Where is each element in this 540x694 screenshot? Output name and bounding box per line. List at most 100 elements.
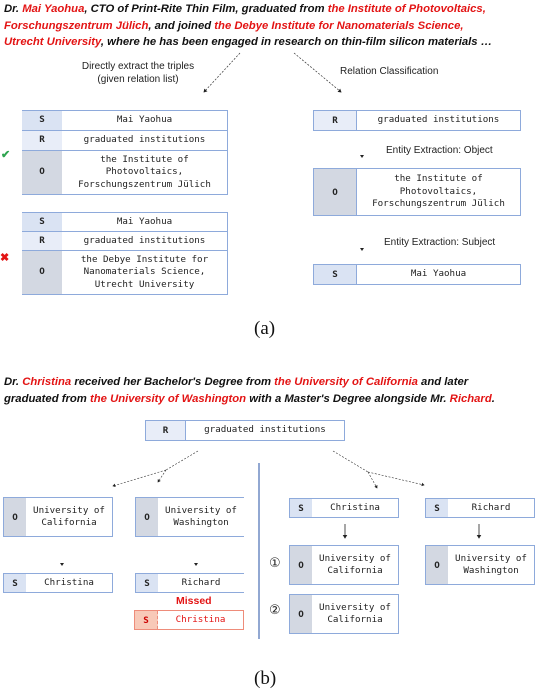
- check-icon: ✔: [1, 149, 11, 161]
- relation-box: R graduated institutions: [313, 110, 521, 131]
- label-entity-subject: Entity Extraction: Subject: [384, 237, 496, 248]
- value-object: University of Washington: [455, 552, 527, 577]
- right-subject-box-2: S Richard: [425, 498, 535, 518]
- triple-row-object: O the Debye Institute for Nanomaterials …: [22, 250, 228, 295]
- right-object-box-2: O University of California: [289, 594, 399, 634]
- right-object-box-3: O University of Washington: [425, 545, 535, 585]
- highlighted-entity: the Institute of Photovoltaics,: [327, 3, 486, 15]
- missed-subject-box: S Christina: [134, 610, 244, 630]
- key-s: S: [314, 265, 357, 284]
- key-o: O: [314, 169, 357, 215]
- key-s: S: [290, 499, 312, 517]
- sentence-text: , where he has been engaged in research …: [100, 36, 492, 48]
- sentence-text: graduated from: [4, 392, 90, 405]
- subject-box: S Mai Yaohua: [313, 264, 521, 285]
- sentence-b-line2: graduated from the University of Washing…: [4, 391, 495, 408]
- value-relation: graduated institutions: [377, 114, 500, 126]
- right-object-box-1: O University of California: [289, 545, 399, 585]
- left-subject-box-2: S Richard: [135, 573, 244, 593]
- key-o: O: [136, 498, 158, 536]
- arrow-direct-extract: [203, 52, 241, 93]
- triple-table-wrong: S Mai Yaohua R graduated institutions O …: [22, 212, 228, 295]
- key-s: S: [22, 110, 62, 131]
- arrow-to-subject: [360, 248, 364, 251]
- key-o: O: [290, 595, 312, 633]
- key-o: O: [22, 150, 62, 195]
- sentence-a: Dr. Mai Yaohua, CTO of Print-Rite Thin F…: [4, 1, 492, 51]
- value-subject: Christina: [175, 613, 226, 625]
- triple-row-object: O the Institute of Photovoltaics, Forsch…: [22, 150, 228, 195]
- caption-b: (b): [254, 668, 277, 689]
- highlighted-entity: Richard: [449, 392, 492, 405]
- label-direct-extract: Directly extract the triples (given rela…: [81, 61, 195, 85]
- triple-table-correct: S Mai Yaohua R graduated institutions O …: [22, 110, 228, 195]
- key-o: O: [22, 250, 62, 295]
- value-relation: graduated institutions: [62, 231, 228, 251]
- value-subject: Richard: [181, 576, 221, 588]
- triple-row-relation: R graduated institutions: [22, 130, 228, 151]
- arrow-o1-s1: [60, 563, 64, 566]
- sentence-text: .: [491, 392, 495, 405]
- sentence-a-line2: Forschungszentrum Jülich, and joined the…: [4, 18, 492, 35]
- arrow-r-left: [165, 450, 199, 471]
- highlighted-entity: Utrecht University: [4, 36, 101, 48]
- sentence-text: Dr.: [4, 376, 23, 388]
- sentence-text: , CTO of Print-Rite Thin Film, graduated…: [84, 3, 328, 15]
- triple-row-subject: S Mai Yaohua: [22, 212, 228, 232]
- key-o: O: [4, 498, 26, 536]
- left-object-box-1: O University of California: [3, 497, 113, 537]
- highlighted-entity: the University of California: [274, 376, 418, 388]
- highlighted-entity: the Debye Institute for Nanomaterials Sc…: [214, 19, 464, 32]
- arrow-to-object: [360, 155, 364, 158]
- value-object: University of California: [319, 552, 391, 577]
- value-object: the Institute of Photovoltaics, Forschun…: [372, 173, 505, 210]
- key-s: S: [22, 212, 62, 232]
- key-r: R: [314, 111, 357, 130]
- highlighted-entity: Forschungszentrum Jülich: [4, 19, 149, 32]
- triple-row-relation: R graduated institutions: [22, 231, 228, 251]
- value-subject: Mai Yaohua: [410, 268, 467, 280]
- arrow-right-s2: [367, 471, 425, 487]
- arrow-left-o2: [157, 469, 167, 483]
- marker-2: ②: [269, 603, 281, 618]
- arrow-left-o1: [112, 469, 167, 488]
- left-object-box-2: O University of Washington: [135, 497, 244, 537]
- sentence-a-line1: Dr. Mai Yaohua, CTO of Print-Rite Thin F…: [4, 1, 492, 18]
- key-s: S: [4, 574, 26, 592]
- value-relation: graduated institutions: [62, 130, 228, 151]
- value-relation: graduated institutions: [204, 424, 326, 436]
- sentence-b-line1: Dr. Christina received her Bachelor's De…: [4, 374, 495, 391]
- sentence-text: Dr.: [4, 3, 23, 15]
- value-object: University of California: [33, 504, 105, 529]
- value-object: University of California: [319, 601, 391, 626]
- sentence-text: with a Master's Degree alongside Mr.: [246, 392, 450, 405]
- missed-label: Missed: [176, 595, 212, 607]
- value-subject: Richard: [471, 501, 511, 513]
- arrow-r-right: [332, 450, 369, 473]
- highlighted-entity: Christina: [22, 376, 72, 388]
- left-subject-box-1: S Christina: [3, 573, 113, 593]
- sentence-a-line3: Utrecht University, where he has been en…: [4, 34, 492, 51]
- label-relation-classification: Relation Classification: [340, 66, 439, 77]
- key-r: R: [22, 231, 62, 251]
- sentence-text: , and joined: [148, 19, 215, 32]
- sentence-text: received her Bachelor's Degree from: [71, 376, 275, 388]
- arrow-relation-class: [293, 52, 342, 93]
- arrow-right-s1: [367, 471, 378, 489]
- key-s: S: [426, 499, 448, 517]
- highlighted-entity: the University of Washington: [90, 392, 247, 405]
- label-entity-object: Entity Extraction: Object: [386, 145, 493, 156]
- key-o: O: [426, 546, 448, 584]
- highlighted-entity: Mai Yaohua: [22, 3, 85, 15]
- value-subject: Christina: [330, 501, 380, 513]
- caption-a: (a): [254, 318, 276, 339]
- arrow-o2-s2: [194, 563, 198, 566]
- sentence-b: Dr. Christina received her Bachelor's De…: [4, 374, 495, 407]
- value-subject: Mai Yaohua: [62, 110, 228, 131]
- value-subject: Christina: [44, 576, 94, 588]
- value-object: University of Washington: [165, 504, 237, 529]
- right-subject-box-1: S Christina: [289, 498, 399, 518]
- key-r: R: [22, 130, 62, 151]
- cross-icon: ✖: [0, 252, 10, 264]
- sentence-text: and later: [417, 376, 469, 388]
